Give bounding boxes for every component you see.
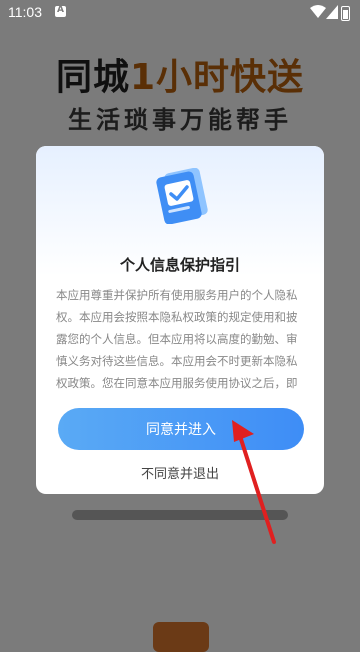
notification-icon <box>55 5 66 17</box>
document-check-icon <box>156 168 208 224</box>
wifi-icon <box>310 5 326 18</box>
privacy-policy-text[interactable]: 本应用尊重并保护所有使用服务用户的个人隐私权。本应用会按照本隐私权政策的规定使用… <box>56 284 306 392</box>
splash-title-main: 同城 <box>55 57 130 98</box>
app-logo <box>153 622 209 652</box>
splash-title-highlight: 1小时快送 <box>129 57 305 98</box>
splash-subtitle: 生活琐事万能帮手 <box>68 106 292 134</box>
pointer-arrow-icon <box>232 420 276 544</box>
battery-icon <box>341 6 350 21</box>
signal-icon <box>326 5 338 19</box>
status-time: 11:03 <box>8 4 42 20</box>
status-bar: 11:03 <box>0 0 360 26</box>
splash-title: 同城1小时快送 <box>0 48 360 100</box>
dialog-title: 个人信息保护指引 <box>119 256 240 274</box>
